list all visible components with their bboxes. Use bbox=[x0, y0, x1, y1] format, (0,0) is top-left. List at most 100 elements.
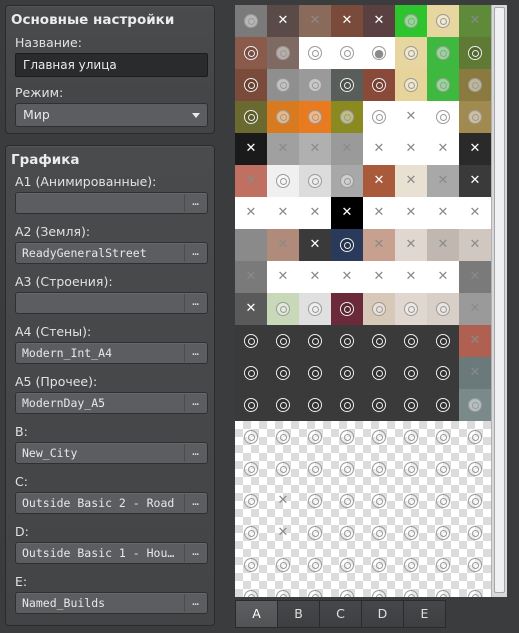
tile[interactable] bbox=[235, 357, 267, 389]
tile[interactable] bbox=[331, 421, 363, 453]
tile[interactable] bbox=[363, 581, 395, 597]
tile[interactable]: ✕ bbox=[267, 5, 299, 37]
tile[interactable]: ✕ bbox=[267, 517, 299, 549]
tile[interactable] bbox=[363, 517, 395, 549]
tile[interactable]: ✕ bbox=[459, 229, 491, 261]
graphics-field-input[interactable]: ReadyGeneralStreet… bbox=[15, 242, 208, 264]
tile[interactable] bbox=[427, 581, 459, 597]
tile[interactable] bbox=[267, 549, 299, 581]
tile[interactable] bbox=[427, 517, 459, 549]
tile[interactable] bbox=[331, 485, 363, 517]
tile[interactable]: ✕ bbox=[363, 133, 395, 165]
tile[interactable] bbox=[267, 293, 299, 325]
tile[interactable] bbox=[235, 389, 267, 421]
browse-button[interactable]: … bbox=[184, 344, 206, 362]
tile[interactable] bbox=[331, 581, 363, 597]
tile[interactable] bbox=[331, 293, 363, 325]
scrollbar-thumb[interactable] bbox=[494, 7, 505, 593]
tile[interactable] bbox=[427, 485, 459, 517]
tile[interactable]: ✕ bbox=[459, 293, 491, 325]
tile[interactable]: ✕ bbox=[395, 197, 427, 229]
tile[interactable] bbox=[267, 37, 299, 69]
tile[interactable]: ✕ bbox=[235, 229, 267, 261]
tile[interactable] bbox=[459, 421, 491, 453]
tile[interactable] bbox=[331, 549, 363, 581]
tile[interactable]: ✕ bbox=[331, 5, 363, 37]
tile[interactable] bbox=[395, 453, 427, 485]
tile[interactable]: ✕ bbox=[299, 197, 331, 229]
tile[interactable] bbox=[331, 229, 363, 261]
tile[interactable] bbox=[363, 325, 395, 357]
tile[interactable] bbox=[395, 581, 427, 597]
tile[interactable] bbox=[331, 453, 363, 485]
tile[interactable]: ✕ bbox=[459, 165, 491, 197]
tile[interactable] bbox=[459, 581, 491, 597]
tile[interactable] bbox=[299, 325, 331, 357]
tab-a[interactable]: A bbox=[235, 600, 278, 628]
tile[interactable] bbox=[395, 485, 427, 517]
tile[interactable] bbox=[427, 389, 459, 421]
tile[interactable] bbox=[427, 69, 459, 101]
graphics-field-input[interactable]: Outside Basic 2 - Road… bbox=[15, 492, 208, 514]
graphics-field-input[interactable]: Named_Builds… bbox=[15, 592, 208, 614]
tab-b[interactable]: B bbox=[277, 600, 320, 628]
tile[interactable] bbox=[267, 453, 299, 485]
tile[interactable]: ✕ bbox=[299, 5, 331, 37]
tile[interactable] bbox=[395, 549, 427, 581]
tile[interactable] bbox=[427, 549, 459, 581]
tile[interactable] bbox=[395, 517, 427, 549]
tile[interactable] bbox=[427, 421, 459, 453]
tile[interactable] bbox=[267, 101, 299, 133]
tile[interactable]: ✕ bbox=[427, 261, 459, 293]
tile[interactable] bbox=[395, 389, 427, 421]
tile[interactable] bbox=[299, 101, 331, 133]
tab-c[interactable]: C bbox=[319, 600, 362, 628]
tile[interactable] bbox=[363, 101, 395, 133]
tile[interactable]: ✕ bbox=[459, 325, 491, 357]
tile[interactable]: ✕ bbox=[427, 229, 459, 261]
tile[interactable] bbox=[363, 389, 395, 421]
browse-button[interactable]: … bbox=[184, 594, 206, 612]
tile[interactable] bbox=[235, 421, 267, 453]
tile[interactable] bbox=[331, 357, 363, 389]
browse-button[interactable]: … bbox=[184, 494, 206, 512]
tab-e[interactable]: E bbox=[403, 600, 446, 628]
tile[interactable] bbox=[427, 5, 459, 37]
tile[interactable] bbox=[395, 37, 427, 69]
tile[interactable] bbox=[235, 325, 267, 357]
tile[interactable] bbox=[427, 37, 459, 69]
tile[interactable]: ✕ bbox=[235, 197, 267, 229]
tile[interactable] bbox=[235, 549, 267, 581]
tile[interactable] bbox=[267, 165, 299, 197]
tile[interactable] bbox=[235, 37, 267, 69]
tile[interactable] bbox=[299, 549, 331, 581]
browse-button[interactable]: … bbox=[184, 294, 206, 312]
tile[interactable]: ✕ bbox=[299, 261, 331, 293]
tile[interactable] bbox=[459, 37, 491, 69]
graphics-field-input[interactable]: Modern_Int_A4… bbox=[15, 342, 208, 364]
tile[interactable]: ✕ bbox=[235, 133, 267, 165]
tile[interactable] bbox=[395, 325, 427, 357]
tile[interactable] bbox=[331, 325, 363, 357]
graphics-field-input[interactable]: New_City… bbox=[15, 442, 208, 464]
tile[interactable]: ✕ bbox=[235, 293, 267, 325]
tile[interactable] bbox=[235, 453, 267, 485]
tile[interactable] bbox=[299, 517, 331, 549]
tile[interactable]: ✕ bbox=[395, 165, 427, 197]
tile[interactable] bbox=[395, 357, 427, 389]
tile[interactable]: ● bbox=[363, 37, 395, 69]
graphics-field-input[interactable]: … bbox=[15, 292, 208, 314]
tile[interactable] bbox=[267, 421, 299, 453]
browse-button[interactable]: … bbox=[184, 394, 206, 412]
tile[interactable] bbox=[363, 357, 395, 389]
tile[interactable] bbox=[299, 581, 331, 597]
tile[interactable] bbox=[395, 69, 427, 101]
tile[interactable] bbox=[363, 69, 395, 101]
tile[interactable]: ✕ bbox=[267, 485, 299, 517]
tile[interactable] bbox=[331, 69, 363, 101]
tile[interactable] bbox=[363, 549, 395, 581]
tile[interactable]: ✕ bbox=[299, 133, 331, 165]
tile[interactable] bbox=[459, 101, 491, 133]
tile[interactable]: ✕ bbox=[267, 197, 299, 229]
tile[interactable]: ✕ bbox=[331, 197, 363, 229]
